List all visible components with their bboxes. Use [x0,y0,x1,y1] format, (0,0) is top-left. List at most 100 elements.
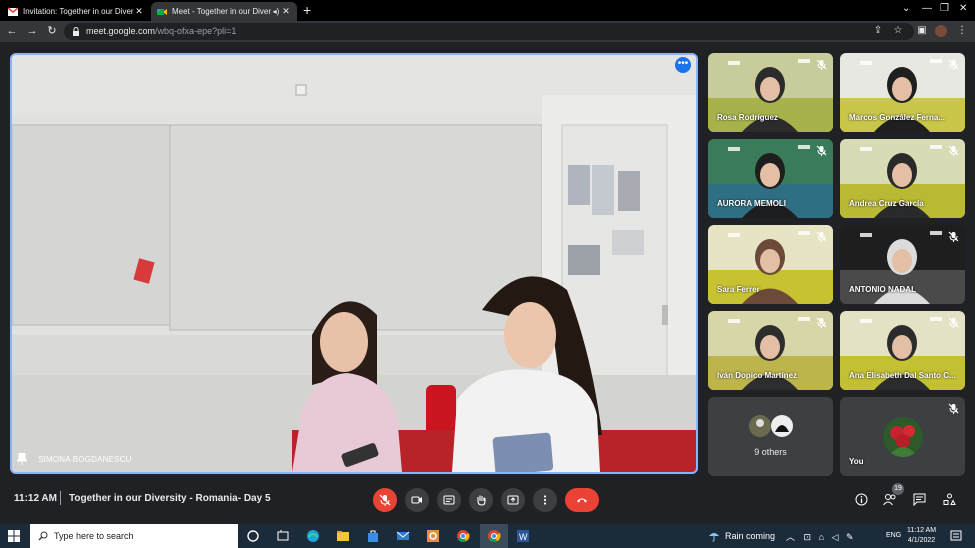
minimize-icon[interactable]: — [922,3,932,14]
settings-app-icon[interactable] [426,529,440,543]
participant-tile[interactable]: Rosa Rodríguez [708,53,833,132]
meet-tray-icon[interactable]: ⊡ [804,532,812,542]
participant-tile[interactable]: Sara Ferrer [708,225,833,304]
participant-tile[interactable]: Marcos González Ferna... [840,53,965,132]
participant-tile[interactable]: AURORA MEMOLI [708,139,833,218]
lock-icon[interactable] [72,27,80,36]
search-icon [38,531,48,541]
participant-tile[interactable]: ANTONIO NADAL [840,225,965,304]
self-label: You [849,457,864,466]
raise-hand-button[interactable] [469,488,493,512]
forward-icon[interactable]: → [26,25,38,37]
language-indicator[interactable]: ENG [886,532,901,539]
participant-name: Ana Elisabeth Dal Santo C... [849,371,956,380]
participant-tile[interactable]: Andrea Cruz García [840,139,965,218]
browser-tab-bar: Invitation: Together in our Divers ✕ Mee… [0,0,975,21]
file-explorer-icon[interactable] [336,529,350,543]
menu-icon[interactable]: ⋮ [956,25,968,37]
present-button[interactable] [501,488,525,512]
edge-icon[interactable] [306,529,320,543]
participant-name: ANTONIO NADAL [849,285,916,294]
star-icon[interactable]: ☆ [892,25,904,37]
more-options-icon[interactable]: ••• [675,57,691,73]
back-icon[interactable]: ← [6,25,18,37]
hand-icon [477,495,486,506]
close-tab-icon[interactable]: ✕ [281,6,291,17]
sidebar-icon[interactable]: ▣ [916,25,928,37]
mic-off-icon [379,494,391,506]
profile-avatar[interactable] [935,25,947,37]
maximize-icon[interactable]: ❐ [940,3,949,14]
main-video[interactable] [10,53,698,474]
chrome-active-icon[interactable] [487,529,501,543]
close-tab-icon[interactable]: ✕ [134,6,144,17]
chevron-down-icon[interactable]: ⌄ [902,3,910,14]
tab-meet[interactable]: Meet - Together in our Divers ◂) ✕ [151,2,297,21]
mic-off-icon [816,231,827,242]
meeting-control-bar: 11:12 AM Together in our Diversity - Rom… [0,480,975,520]
chat-icon [913,493,925,506]
mic-off-icon [948,59,959,70]
others-avatars [748,414,796,438]
end-call-button[interactable] [565,488,599,512]
url-text[interactable]: meet.google.com/wbq-ofxa-epe?pli=1 [86,26,236,36]
captions-icon [443,495,455,505]
more-options-button[interactable] [533,488,557,512]
mic-toggle-button[interactable] [373,488,397,512]
self-tile[interactable]: You [840,397,965,476]
taskbar-time: 11:12 AM [907,527,937,534]
meeting-time: 11:12 AM [14,493,57,504]
activities-icon [943,493,956,505]
speaker-icon[interactable]: ◂) [271,7,281,16]
participant-name: Rosa Rodríguez [717,113,778,122]
notification-icon[interactable] [950,530,962,542]
pin-icon[interactable] [17,453,27,465]
mic-off-icon [816,145,827,156]
mic-off-icon [948,403,959,414]
meet-icon [157,8,167,15]
activities-button[interactable] [940,490,958,508]
divider [60,491,61,505]
chrome-icon[interactable] [456,529,470,543]
self-avatar [883,417,923,457]
mic-off-icon [948,317,959,328]
mic-off-icon [948,231,959,242]
participant-name: Iván Dopico Martínez [717,371,798,380]
store-icon[interactable] [366,529,380,543]
meeting-details-button[interactable] [852,490,870,508]
windows-taskbar: Type here to search W Rain coming ︿ ⊡ ⌂ … [0,524,975,548]
tab-invitation[interactable]: Invitation: Together in our Divers ✕ [2,2,150,21]
share-icon[interactable]: ⇪ [872,25,884,37]
close-icon[interactable]: ✕ [959,3,967,14]
meeting-title: Together in our Diversity - Romania- Day… [69,493,271,504]
search-placeholder: Type here to search [54,531,134,541]
task-view-icon[interactable] [276,529,290,543]
volume-icon[interactable]: ◁ [832,532,839,542]
network-icon[interactable]: ⌂ [819,532,824,542]
pen-icon[interactable]: ✎ [846,532,854,542]
system-tray: ︿ ⊡ ⌂ ◁ ✎ [786,530,854,543]
others-label: 9 others [754,447,787,457]
windows-start-icon[interactable] [8,530,20,542]
reload-icon[interactable]: ↻ [46,25,58,37]
participant-tile[interactable]: Ana Elisabeth Dal Santo C... [840,311,965,390]
participant-tile[interactable]: Iván Dopico Martínez [708,311,833,390]
word-icon[interactable]: W [516,529,530,543]
new-tab-button[interactable]: + [303,3,311,17]
weather-widget[interactable]: Rain coming [708,530,775,542]
info-icon [855,493,867,505]
taskbar-clock[interactable]: 11:12 AM 4/1/2022 [907,526,936,546]
participant-name: Sara Ferrer [717,285,760,294]
taskbar-search-box[interactable]: Type here to search [30,524,238,548]
main-participant-name: SIMONA BOGDANESCU [38,455,132,464]
chevron-up-icon[interactable]: ︿ [786,532,795,542]
weather-text: Rain coming [725,531,776,541]
mail-icon[interactable] [396,529,410,543]
gmail-icon [8,6,18,16]
cortana-icon[interactable] [246,529,260,543]
captions-button[interactable] [437,488,461,512]
svg-text:W: W [519,532,528,542]
others-tile[interactable]: 9 others [708,397,833,476]
camera-toggle-button[interactable] [405,488,429,512]
chat-button[interactable] [910,490,928,508]
